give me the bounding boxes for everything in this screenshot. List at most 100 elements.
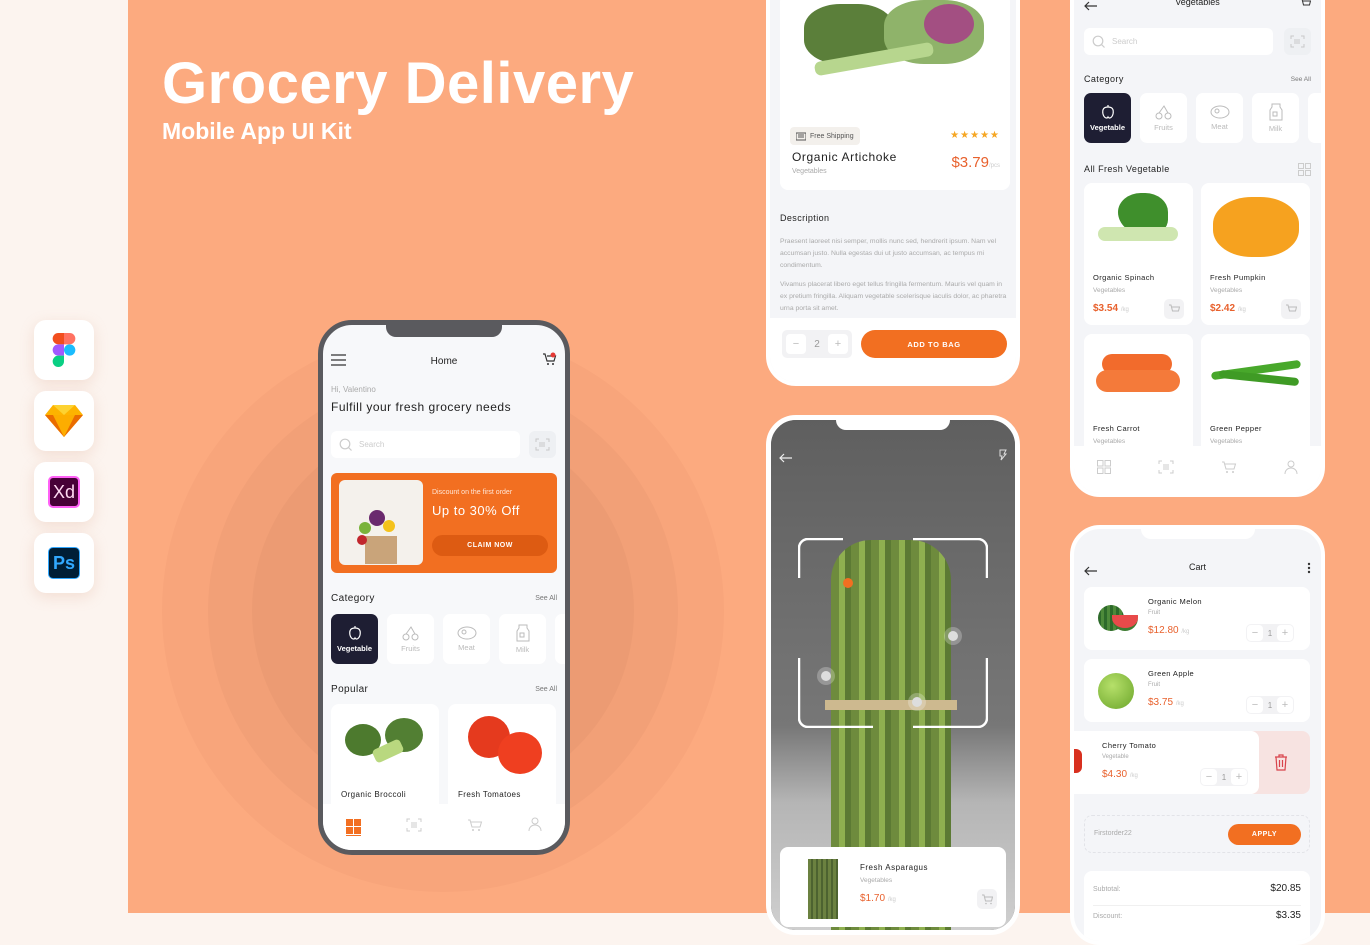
promo-banner: Discount on the first order Up to 30% Of… bbox=[331, 473, 557, 573]
product-name: Green Pepper bbox=[1210, 424, 1262, 433]
promo-code-field[interactable]: Firstorder22 APPLY bbox=[1084, 815, 1310, 853]
category-meat[interactable]: Meat bbox=[443, 614, 490, 664]
back-icon[interactable] bbox=[779, 450, 793, 468]
grid-icon bbox=[345, 818, 361, 836]
promo-code-value: Firstorder22 bbox=[1094, 830, 1132, 837]
phone-notch bbox=[1140, 529, 1255, 539]
nav-home[interactable] bbox=[345, 818, 361, 836]
product-card[interactable]: Fresh Pumpkin Vegetables $2.42 /kg bbox=[1201, 183, 1310, 325]
product-name: Organic Broccoli bbox=[341, 790, 407, 799]
cart-icon bbox=[982, 894, 993, 904]
popular-card[interactable]: Fresh Tomatoes bbox=[448, 704, 556, 814]
meat-icon bbox=[1210, 105, 1229, 119]
add-to-cart-button[interactable] bbox=[1164, 299, 1184, 319]
cart-screen-phone: Cart Organic Melon Fruit $12.80 /kg −1 + … bbox=[1070, 525, 1325, 945]
barcode-scan-button[interactable] bbox=[1284, 28, 1311, 55]
increment-button[interactable]: + bbox=[1277, 697, 1293, 713]
melon-image bbox=[1098, 605, 1138, 633]
nav-home[interactable] bbox=[1097, 460, 1112, 479]
bell-pepper-icon bbox=[1101, 105, 1114, 119]
price-unit: /kg bbox=[1175, 701, 1184, 707]
category-see-all[interactable]: See All bbox=[535, 595, 557, 602]
product-card[interactable]: Fresh Carrot Vegetables bbox=[1084, 334, 1193, 454]
category-fruits[interactable]: Fruits bbox=[1140, 93, 1187, 143]
popular-see-all[interactable]: See All bbox=[535, 686, 557, 693]
category-vegetable[interactable]: Vegetable bbox=[331, 614, 378, 664]
quantity-value: 1 bbox=[1267, 700, 1273, 710]
category-label: Meat bbox=[458, 643, 475, 652]
tomato-image bbox=[468, 716, 548, 776]
user-icon bbox=[1284, 460, 1298, 474]
category-more[interactable] bbox=[1308, 93, 1321, 143]
grid-view-icon[interactable] bbox=[1298, 163, 1311, 181]
cart-item[interactable]: Green Apple Fruit $3.75 /kg −1 + bbox=[1084, 659, 1310, 722]
nav-profile[interactable] bbox=[528, 817, 542, 837]
add-to-bag-button[interactable]: ADD TO BAG bbox=[861, 330, 1007, 358]
nav-scan[interactable] bbox=[406, 818, 422, 837]
category-label: Milk bbox=[515, 645, 530, 654]
category-see-all[interactable]: See All bbox=[1291, 76, 1311, 83]
cart-item-swiped[interactable]: Cherry Tomato Vegetable $4.30 /kg −1 + bbox=[1074, 731, 1259, 794]
cart-icon bbox=[468, 819, 483, 831]
category-meat[interactable]: Meat bbox=[1196, 93, 1243, 143]
bell-pepper-icon bbox=[348, 626, 361, 640]
category-vegetable[interactable]: Vegetable bbox=[1084, 93, 1131, 143]
cart-icon[interactable] bbox=[542, 352, 557, 371]
nav-scan[interactable] bbox=[1158, 460, 1174, 479]
product-name: Fresh Pumpkin bbox=[1210, 273, 1266, 282]
decrement-button[interactable]: − bbox=[1247, 625, 1263, 641]
add-to-cart-button[interactable] bbox=[977, 889, 997, 909]
decrement-button[interactable]: − bbox=[1247, 697, 1263, 713]
figma-tool-tile bbox=[34, 320, 94, 380]
barcode-icon bbox=[535, 438, 550, 451]
bottom-nav bbox=[1074, 446, 1321, 493]
product-name: Fresh Tomatoes bbox=[458, 790, 521, 799]
hero-subtitle: Mobile App UI Kit bbox=[162, 118, 352, 144]
cart-icon bbox=[1169, 304, 1180, 311]
claim-now-button[interactable]: CLAIM NOW bbox=[432, 535, 548, 556]
barcode-scan-button[interactable] bbox=[529, 431, 556, 458]
decrement-button[interactable]: − bbox=[786, 334, 806, 354]
add-to-cart-button[interactable] bbox=[1281, 299, 1301, 319]
cart-item[interactable]: Organic Melon Fruit $12.80 /kg −1 + bbox=[1084, 587, 1310, 650]
search-input[interactable]: Search bbox=[1084, 28, 1273, 55]
nav-cart[interactable] bbox=[1221, 460, 1237, 479]
product-category: Vegetables bbox=[1210, 438, 1243, 445]
increment-button[interactable]: + bbox=[828, 334, 848, 354]
more-options-icon[interactable] bbox=[1307, 561, 1311, 579]
category-fruits[interactable]: Fruits bbox=[387, 614, 434, 664]
broccoli-image bbox=[345, 718, 425, 773]
category-milk[interactable]: Milk bbox=[499, 614, 546, 664]
search-input[interactable]: Search bbox=[331, 431, 520, 458]
user-icon bbox=[528, 817, 542, 832]
item-name: Green Apple bbox=[1148, 669, 1195, 678]
product-category: Vegetables bbox=[1093, 438, 1126, 445]
screen-title: Vegetables bbox=[1175, 0, 1220, 7]
spinach-image bbox=[1096, 193, 1184, 255]
quantity-value: 1 bbox=[1267, 628, 1273, 638]
product-card[interactable]: Green Pepper Vegetables bbox=[1201, 334, 1310, 454]
cart-icon[interactable] bbox=[1299, 0, 1312, 14]
apply-button[interactable]: APPLY bbox=[1228, 824, 1301, 845]
price-value: $3.54 bbox=[1093, 303, 1119, 314]
category-milk[interactable]: Milk bbox=[1252, 93, 1299, 143]
increment-button[interactable]: + bbox=[1277, 625, 1293, 641]
ps-tool-tile: Ps bbox=[34, 533, 94, 593]
product-price: $2.42 /kg bbox=[1210, 303, 1246, 314]
scanned-product-card[interactable]: Fresh Asparagus Vegetables $1.70 /kg bbox=[780, 847, 1006, 927]
nav-cart[interactable] bbox=[467, 818, 483, 837]
price-unit: /kg bbox=[1129, 773, 1138, 779]
price-value: $2.42 bbox=[1210, 303, 1236, 314]
product-price: $3.79/pcs bbox=[951, 154, 1000, 171]
phone-notch bbox=[386, 325, 502, 337]
quantity-stepper: −1 + bbox=[1200, 768, 1248, 786]
popular-card[interactable]: Organic Broccoli bbox=[331, 704, 439, 814]
nav-profile[interactable] bbox=[1284, 460, 1298, 480]
decrement-button[interactable]: − bbox=[1201, 769, 1217, 785]
increment-button[interactable]: + bbox=[1231, 769, 1247, 785]
delete-item-button[interactable] bbox=[1252, 731, 1310, 794]
phone-notch bbox=[836, 420, 950, 430]
flash-icon[interactable] bbox=[999, 448, 1008, 466]
product-card[interactable]: Organic Spinach Vegetables $3.54 /kg bbox=[1084, 183, 1193, 325]
category-more[interactable] bbox=[555, 614, 565, 664]
